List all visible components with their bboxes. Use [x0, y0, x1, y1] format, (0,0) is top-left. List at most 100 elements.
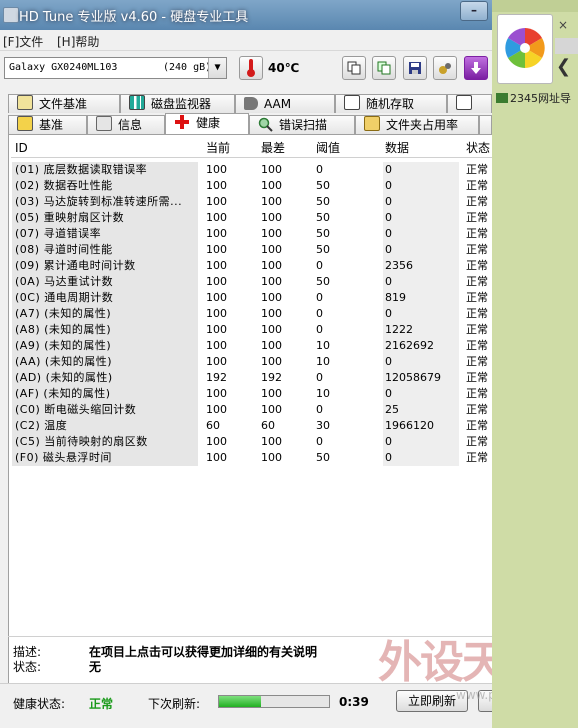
table-row[interactable]: (A9) (未知的属性) 100 100 10 2162692 正常: [12, 338, 492, 354]
table-row[interactable]: (AF) (未知的属性) 100 100 10 0 正常: [12, 386, 492, 402]
tab-info[interactable]: 信息: [87, 115, 165, 134]
col-header-threshold[interactable]: 阈值: [316, 138, 340, 158]
current-value: 100: [206, 211, 227, 224]
table-row[interactable]: (05) 重映射扇区计数 100 100 50 0 正常: [12, 210, 492, 226]
tab-health[interactable]: 健康: [165, 113, 249, 134]
tab-aam[interactable]: AAM: [235, 94, 335, 113]
attribute-name-cell: (A7) (未知的属性): [12, 306, 198, 322]
attribute-name: (07) 寻道错误率: [15, 227, 102, 240]
tab-random-access[interactable]: 随机存取: [335, 94, 447, 113]
table-row[interactable]: (09) 累计通电时间计数 100 100 0 2356 正常: [12, 258, 492, 274]
table-row[interactable]: (AD) (未知的属性) 192 192 0 12058679 正常: [12, 370, 492, 386]
copy-all-button[interactable]: [372, 56, 396, 80]
table-row[interactable]: (0A) 马达重试计数 100 100 50 0 正常: [12, 274, 492, 290]
table-row[interactable]: (C0) 断电磁头缩回计数 100 100 0 25 正常: [12, 402, 492, 418]
tab-error-scan[interactable]: 错误扫描: [249, 115, 355, 134]
data-cell-bg: [383, 450, 459, 466]
app-icon: [3, 7, 19, 23]
current-value: 100: [206, 339, 227, 352]
attribute-name-cell: (A8) (未知的属性): [12, 322, 198, 338]
col-header-worst[interactable]: 最差: [261, 138, 285, 158]
current-value: 100: [206, 435, 227, 448]
table-row[interactable]: (A7) (未知的属性) 100 100 0 0 正常: [12, 306, 492, 322]
threshold-value: 50: [316, 211, 330, 224]
copy-info-button[interactable]: [342, 56, 366, 80]
description-value: 在项目上点击可以获得更加详细的有关说明: [89, 645, 318, 659]
exit-button[interactable]: [464, 56, 488, 80]
table-row[interactable]: (0C) 通电周期计数 100 100 0 819 正常: [12, 290, 492, 306]
table-row[interactable]: (F0) 磁头悬浮时间 100 100 50 0 正常: [12, 450, 492, 466]
table-row[interactable]: (03) 马达旋转到标准转速所需... 100 100 50 0 正常: [12, 194, 492, 210]
col-header-status[interactable]: 状态: [466, 138, 490, 158]
current-value: 100: [206, 259, 227, 272]
tab-benchmark[interactable]: 基准: [8, 115, 87, 134]
current-value: 100: [206, 323, 227, 336]
tab-folder-usage[interactable]: 文件夹占用率: [355, 115, 479, 134]
table-row[interactable]: (C2) 温度 60 60 30 1966120 正常: [12, 418, 492, 434]
attribute-name-cell: (0C) 通电周期计数: [12, 290, 198, 306]
tab-file-benchmark[interactable]: 文件基准: [8, 94, 120, 113]
threshold-value: 50: [316, 243, 330, 256]
attribute-name: (AD) (未知的属性): [15, 371, 113, 384]
tab-extra-tests[interactable]: [447, 94, 492, 113]
options-button[interactable]: [433, 56, 457, 80]
table-row[interactable]: (A8) (未知的属性) 100 100 0 1222 正常: [12, 322, 492, 338]
tab-disk-monitor[interactable]: 磁盘监视器: [120, 94, 235, 113]
attribute-name: (A7) (未知的属性): [15, 307, 112, 320]
bookmark-2345-link[interactable]: 2345网址导: [496, 90, 571, 106]
current-value: 100: [206, 227, 227, 240]
attribute-name-cell: (08) 寻道时间性能: [12, 242, 198, 258]
raw-data-value: 0: [385, 163, 392, 176]
table-row[interactable]: (07) 寻道错误率 100 100 50 0 正常: [12, 226, 492, 242]
status-value: 正常: [466, 291, 488, 304]
back-arrow-icon[interactable]: ❮: [556, 55, 578, 79]
threshold-value: 0: [316, 435, 323, 448]
table-row[interactable]: (AA) (未知的属性) 100 100 10 0 正常: [12, 354, 492, 370]
menu-file[interactable]: [F]文件: [3, 33, 43, 50]
raw-data-value: 0: [385, 387, 392, 400]
copy-icon: [347, 61, 361, 75]
status-value: 正常: [466, 179, 488, 192]
raw-data-value: 25: [385, 403, 399, 416]
menu-bar: [F]文件 [H]帮助: [0, 30, 492, 51]
minimize-button[interactable]: –: [460, 1, 488, 21]
data-cell-bg: [383, 210, 459, 226]
temperature-button[interactable]: [239, 56, 263, 80]
close-icon[interactable]: ×: [558, 18, 568, 32]
chevron-down-icon[interactable]: ▼: [208, 58, 226, 78]
status-value: 正常: [466, 339, 488, 352]
title-bar[interactable]: HD Tune 专业版 v4.60 - 硬盘专业工具 –: [0, 0, 492, 30]
threshold-value: 10: [316, 387, 330, 400]
col-header-id[interactable]: ID: [15, 138, 28, 158]
drive-select[interactable]: Galaxy GX0240ML103 (240 gB) ▼: [4, 57, 227, 79]
attribute-name-cell: (AA) (未知的属性): [12, 354, 198, 370]
raw-data-value: 0: [385, 451, 392, 464]
col-header-current[interactable]: 当前: [206, 138, 230, 158]
attribute-name-cell: (05) 重映射扇区计数: [12, 210, 198, 226]
browser-logo-button[interactable]: [497, 14, 553, 84]
header-divider: [11, 157, 492, 158]
attribute-name: (F0) 磁头悬浮时间: [15, 451, 112, 464]
status-value: 正常: [466, 243, 488, 256]
menu-help[interactable]: [H]帮助: [57, 33, 99, 50]
attribute-name-cell: (AD) (未知的属性): [12, 370, 198, 386]
tab-label: 文件夹占用率: [386, 118, 459, 132]
save-button[interactable]: [403, 56, 427, 80]
table-row[interactable]: (02) 数据吞吐性能 100 100 50 0 正常: [12, 178, 492, 194]
table-row[interactable]: (C5) 当前待映射的扇区数 100 100 0 0 正常: [12, 434, 492, 450]
tab-partial[interactable]: [479, 115, 492, 134]
worst-value: 100: [261, 387, 282, 400]
threshold-value: 30: [316, 419, 330, 432]
col-header-data[interactable]: 数据: [385, 138, 409, 158]
table-row[interactable]: (01) 底层数据读取错误率 100 100 0 0 正常: [12, 162, 492, 178]
attribute-name-cell: (0A) 马达重试计数: [12, 274, 198, 290]
current-value: 60: [206, 419, 220, 432]
status-value: 正常: [466, 323, 488, 336]
watermark-url: www.pcwaishe.cn: [456, 688, 492, 702]
raw-data-value: 0: [385, 179, 392, 192]
attribute-name-cell: (03) 马达旋转到标准转速所需...: [12, 194, 198, 210]
current-value: 100: [206, 163, 227, 176]
attribute-name: (AF) (未知的属性): [15, 387, 111, 400]
table-row[interactable]: (08) 寻道时间性能 100 100 50 0 正常: [12, 242, 492, 258]
attribute-name: (0C) 通电周期计数: [15, 291, 114, 304]
